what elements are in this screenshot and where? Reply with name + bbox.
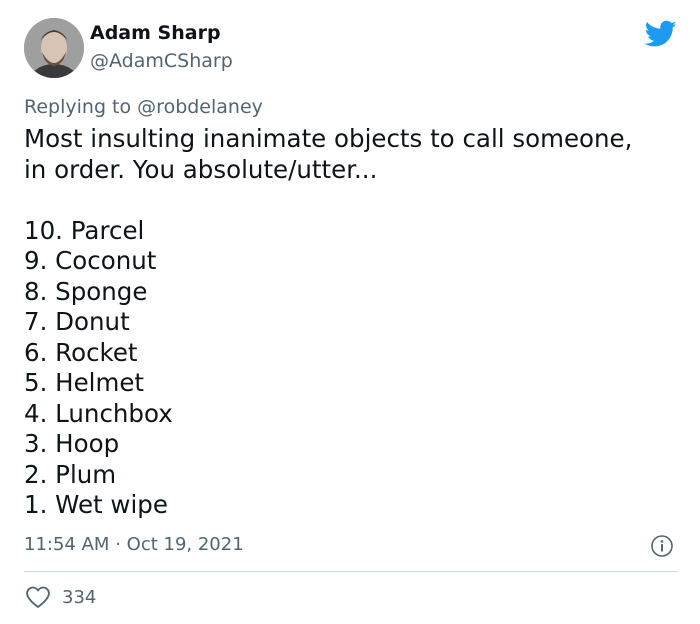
list-item: 4. Lunchbox (24, 398, 173, 428)
tweet-date: Oct 19, 2021 (126, 534, 244, 555)
list-item: 10. Parcel (24, 215, 145, 245)
info-icon[interactable] (650, 534, 674, 558)
list-item: 6. Rocket (24, 337, 138, 367)
user-handle[interactable]: @AdamCSharp (90, 50, 233, 72)
list-item: 1. Wet wipe (24, 490, 168, 519)
list-item: 9. Coconut (24, 246, 157, 275)
like-count: 334 (62, 586, 97, 608)
reply-prefix: Replying to (24, 96, 132, 118)
display-name[interactable]: Adam Sharp (90, 22, 221, 44)
twitter-bird-icon[interactable] (645, 20, 677, 48)
tweet-timestamp[interactable]: 11:54 AM · Oct 19, 2021 (24, 534, 244, 555)
ranked-list: 10. Parcel 9. Coconut 8. Sponge 7. Donut… (24, 216, 674, 521)
divider (24, 571, 678, 572)
list-item: 3. Hoop (24, 429, 120, 458)
meta-separator: · (115, 534, 121, 555)
like-button[interactable]: 334 (24, 584, 96, 610)
avatar-image (24, 18, 84, 78)
list-item: 5. Helmet (24, 368, 145, 397)
avatar[interactable] (24, 18, 84, 78)
tweet-line: in order. You absolute/utter... (24, 154, 378, 184)
list-item: 8. Sponge (24, 276, 148, 306)
tweet-text: Most insulting inanimate objects to call… (24, 124, 674, 521)
reply-user-link[interactable]: @robdelaney (137, 96, 263, 118)
list-item: 7. Donut (24, 307, 130, 336)
tweet-time: 11:54 AM (24, 534, 110, 555)
list-item: 2. Plum (24, 459, 117, 489)
tweet-card: Adam Sharp @AdamCSharp Replying to @robd… (0, 0, 700, 624)
heart-icon (26, 586, 50, 608)
tweet-line: Most insulting inanimate objects to call… (24, 124, 633, 153)
reply-context: Replying to @robdelaney (24, 96, 263, 118)
